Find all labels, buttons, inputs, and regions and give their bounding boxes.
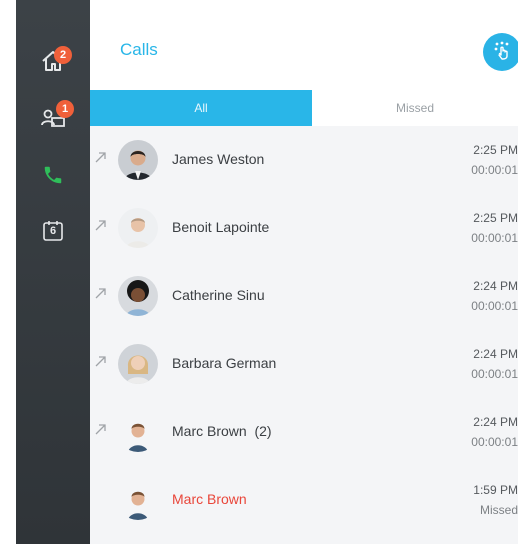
call-time: 2:24 PM <box>473 347 518 361</box>
call-list: James Weston 2:25 PM 00:00:01 Benoit Lap… <box>90 126 518 534</box>
call-duration: 00:00:01 <box>471 299 518 313</box>
calls-header: Calls <box>90 0 518 90</box>
sidebar-item-contacts[interactable]: 1 <box>16 92 90 142</box>
window-edge <box>0 0 16 544</box>
tab-missed[interactable]: Missed <box>312 90 518 126</box>
calendar-icon: 6 <box>41 219 65 243</box>
call-row[interactable]: Barbara German 2:24 PM 00:00:01 <box>90 330 518 398</box>
outgoing-call-icon <box>94 354 108 373</box>
outgoing-call-icon <box>94 286 108 305</box>
call-row[interactable]: Benoit Lapointe 2:25 PM 00:00:01 <box>90 194 518 262</box>
contact-name: Marc Brown (2) <box>172 423 272 439</box>
page-title: Calls <box>120 40 158 59</box>
contact-name: Benoit Lapointe <box>172 219 270 235</box>
calendar-day: 6 <box>49 225 57 237</box>
call-filter-tabs: All Missed <box>90 90 518 126</box>
contact-name: James Weston <box>172 151 265 167</box>
contacts-badge: 1 <box>56 100 74 118</box>
calls-panel: Calls All Missed James Weston 2:25 PM 00… <box>90 0 518 544</box>
avatar <box>118 480 158 520</box>
call-time: 1:59 PM <box>473 483 518 497</box>
call-duration: 00:00:01 <box>471 231 518 245</box>
phone-icon <box>42 164 64 186</box>
call-time: 2:25 PM <box>473 143 518 157</box>
call-time: 2:25 PM <box>473 211 518 225</box>
home-badge: 2 <box>54 46 72 64</box>
avatar <box>118 208 158 248</box>
contact-name: Barbara German <box>172 355 277 371</box>
contact-name: Catherine Sinu <box>172 287 265 303</box>
call-duration: 00:00:01 <box>471 367 518 381</box>
touch-dial-button[interactable] <box>483 33 518 71</box>
touch-dial-icon <box>492 40 512 65</box>
call-row[interactable]: Marc Brown (2) 2:24 PM 00:00:01 <box>90 398 518 466</box>
call-duration: 00:00:01 <box>471 435 518 449</box>
missed-label: Missed <box>479 503 518 517</box>
call-row[interactable]: James Weston 2:25 PM 00:00:01 <box>90 126 518 194</box>
outgoing-call-icon <box>94 422 108 441</box>
outgoing-call-icon <box>94 218 108 237</box>
contact-name: Marc Brown <box>172 491 247 507</box>
sidebar-item-calls[interactable] <box>16 150 90 200</box>
sidebar-item-home[interactable]: 2 <box>16 36 90 86</box>
avatar <box>118 344 158 384</box>
sidebar-item-calendar[interactable]: 6 <box>16 206 90 256</box>
outgoing-call-icon <box>94 150 108 169</box>
call-row[interactable]: Catherine Sinu 2:24 PM 00:00:01 <box>90 262 518 330</box>
sidebar: 2 1 6 <box>16 0 90 544</box>
call-time: 2:24 PM <box>473 415 518 429</box>
avatar <box>118 276 158 316</box>
call-time: 2:24 PM <box>473 279 518 293</box>
call-duration: 00:00:01 <box>471 163 518 177</box>
avatar <box>118 412 158 452</box>
tab-all[interactable]: All <box>90 90 312 126</box>
call-row[interactable]: Marc Brown 1:59 PM Missed <box>90 466 518 534</box>
avatar <box>118 140 158 180</box>
